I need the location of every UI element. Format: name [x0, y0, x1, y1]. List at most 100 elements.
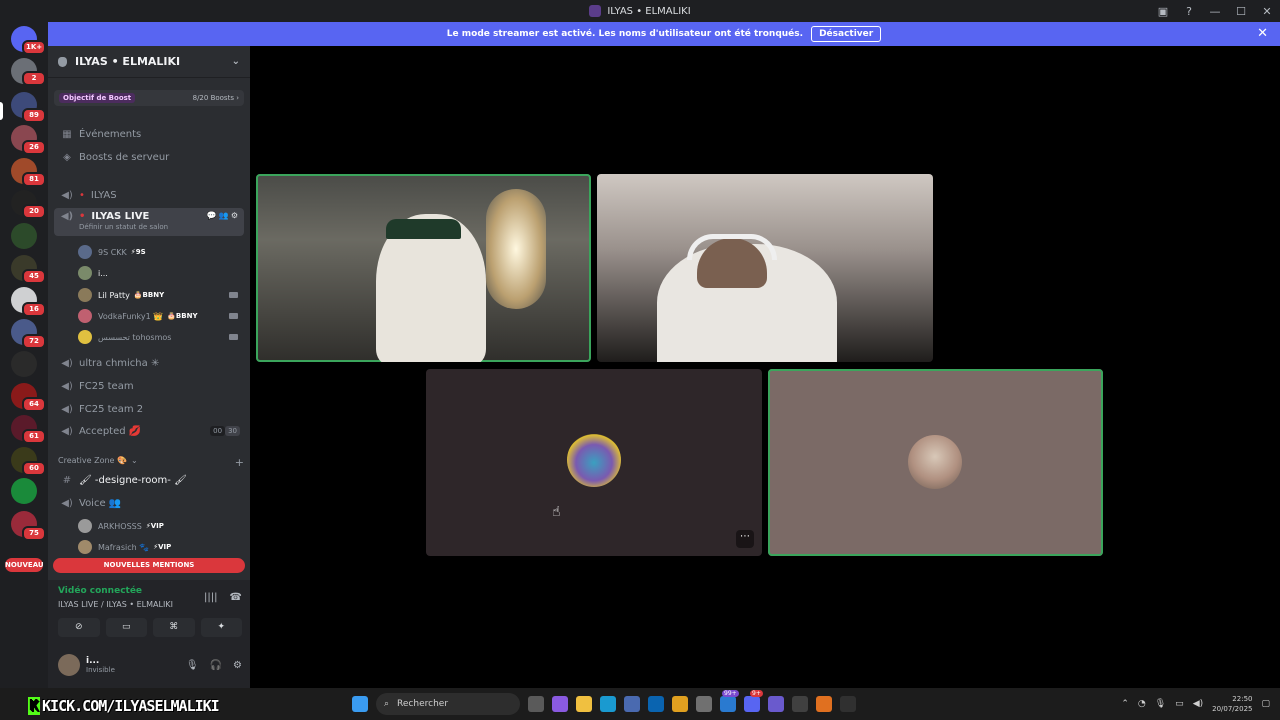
microphone-icon[interactable]: 🎙	[1155, 699, 1166, 709]
video-tile[interactable]	[256, 174, 591, 362]
guild-header[interactable]: ILYAS • ELMALIKI ⌄	[48, 46, 250, 78]
voice-connection-panel: Vidéo connectée ILYAS LIVE / ILYAS • ELM…	[48, 580, 250, 688]
channel-label: FC25 team 2	[79, 403, 144, 415]
channel-label: 🖌 -designe-room- 🖌	[79, 474, 187, 486]
minimize-button[interactable]: —	[1202, 0, 1228, 22]
close-window-button[interactable]: ✕	[1254, 0, 1280, 22]
shield-icon	[58, 56, 67, 67]
text-channel-designe-room[interactable]: # 🖌 -designe-room- 🖌	[54, 470, 244, 490]
server-icon[interactable]	[11, 478, 37, 504]
camera-toggle-button[interactable]: ⊘	[58, 618, 100, 637]
maximize-button[interactable]: ☐	[1228, 0, 1254, 22]
voice-user-name: 9S CKK	[98, 247, 127, 257]
voice-channel-ilyas[interactable]: ◀) • ILYAS	[54, 185, 244, 205]
add-channel-icon[interactable]: +	[235, 456, 244, 469]
gear-icon[interactable]: ⚙	[233, 660, 242, 671]
copilot-icon[interactable]	[552, 696, 568, 712]
file-explorer-icon[interactable]	[576, 696, 592, 712]
close-banner-icon[interactable]: ✕	[1257, 26, 1268, 41]
obs-icon[interactable]	[792, 696, 808, 712]
video-tile[interactable]	[597, 174, 933, 362]
outlook-icon[interactable]	[648, 696, 664, 712]
chevron-up-icon[interactable]: ⌃	[1121, 699, 1129, 709]
user-area[interactable]: i... Invisible 🎙 🎧 ⚙	[58, 650, 242, 680]
live-icon: •	[79, 211, 86, 222]
video-tile[interactable]: ⋯	[426, 369, 762, 556]
voice-user-tag: ⚡9S	[130, 248, 146, 256]
speaker-icon: ◀)	[60, 211, 74, 222]
video-tile[interactable]	[768, 369, 1103, 556]
photos-icon[interactable]	[696, 696, 712, 712]
channel-actions[interactable]: 💬👥⚙	[207, 211, 240, 220]
app-icon[interactable]	[816, 696, 832, 712]
unread-badge: 64	[22, 397, 46, 412]
avatar	[78, 519, 92, 533]
disconnect-icon[interactable]: ☎	[230, 592, 242, 603]
teams-icon[interactable]: 99+	[720, 690, 739, 712]
category-creative-zone[interactable]: Creative Zone 🎨 ⌄ +	[58, 456, 244, 469]
voice-channel-ultra[interactable]: ◀) ultra chmicha ✳	[54, 353, 244, 373]
voice-user[interactable]: Lil Patty 🎂BBNY	[78, 285, 244, 305]
chrome-icon[interactable]	[672, 696, 688, 712]
channel-status[interactable]: Définir un statut de salon	[79, 223, 168, 231]
channel-label: Voice 👥	[79, 497, 122, 509]
inbox-icon[interactable]: ▣	[1150, 0, 1176, 22]
discord-icon[interactable]: 9+	[744, 690, 763, 712]
voice-user[interactable]: ARKHOSSS ⚡VIP	[78, 516, 244, 536]
game-icon[interactable]	[768, 696, 784, 712]
server-icon[interactable]	[11, 223, 37, 249]
video-stage	[250, 46, 1280, 688]
voice-status[interactable]: Vidéo connectée	[58, 586, 142, 596]
voice-user[interactable]: i...	[78, 263, 244, 283]
voice-channel-fc25[interactable]: ◀) FC25 team	[54, 376, 244, 396]
wifi-icon[interactable]: ◔	[1138, 699, 1146, 709]
voice-user[interactable]: VodkaFunky1 👑 🎂BBNY	[78, 306, 244, 326]
voice-channel-name[interactable]: ILYAS LIVE / ILYAS • ELMALIKI	[58, 600, 173, 609]
activities-button[interactable]: ⌘	[153, 618, 195, 637]
network-icon[interactable]: ▭	[1175, 699, 1184, 709]
window-title: ILYAS • ELMALIKI	[607, 5, 691, 17]
camera-icon	[229, 313, 238, 319]
avatar	[567, 433, 621, 487]
clock[interactable]: 22:50 20/07/2025	[1212, 694, 1252, 714]
server-icon[interactable]	[11, 351, 37, 377]
new-unreads-pill[interactable]: NOUVEAU	[5, 558, 44, 572]
app-icon[interactable]	[840, 696, 856, 712]
volume-icon[interactable]: ◀)	[1193, 699, 1203, 709]
more-options-icon[interactable]: ⋯	[736, 530, 754, 548]
speaker-icon: ◀)	[61, 189, 73, 201]
task-view-icon[interactable]	[528, 696, 544, 712]
voice-user[interactable]: Mafrasich 🐾 ⚡VIP	[78, 537, 244, 557]
edge-icon[interactable]	[600, 696, 616, 712]
voice-channel-fc25-2[interactable]: ◀) FC25 team 2	[54, 399, 244, 419]
unread-badge: 89	[22, 108, 46, 123]
soundboard-button[interactable]: ✦	[200, 618, 242, 637]
headphones-icon[interactable]: 🎧	[210, 660, 222, 671]
server-icon	[589, 5, 602, 17]
selected-server-pill	[0, 102, 3, 120]
taskbar-search[interactable]: ⌕ Rechercher	[376, 693, 520, 715]
voice-channel-ilyas-live[interactable]: ◀) • ILYAS LIVE 💬👥⚙ Définir un statut de…	[54, 208, 244, 236]
voice-user-tag: ⚡VIP	[153, 543, 172, 551]
clock-date: 20/07/2025	[1212, 705, 1253, 713]
help-icon[interactable]: ?	[1176, 0, 1202, 22]
notifications-icon[interactable]: ▢	[1261, 699, 1270, 709]
voice-user-tag: 🎂BBNY	[133, 291, 165, 299]
avatar	[78, 540, 92, 554]
voice-channel-voice[interactable]: ◀) Voice 👥	[54, 493, 244, 513]
new-mentions-bar[interactable]: NOUVELLES MENTIONS	[53, 558, 245, 573]
voice-user[interactable]: 9S CKK ⚡9S	[78, 242, 244, 262]
server-boosts-item[interactable]: ◈ Boosts de serveur	[54, 147, 244, 167]
disable-streamer-button[interactable]: Désactiver	[811, 26, 882, 42]
voice-channel-accepted[interactable]: ◀) Accepted 💋 00 30	[54, 421, 244, 441]
screen-share-button[interactable]: ▭	[105, 618, 147, 637]
boost-goal[interactable]: Objectif de Boost 8/20 Boosts ›	[54, 90, 244, 106]
microphone-icon[interactable]: 🎙	[186, 660, 199, 671]
store-icon[interactable]	[624, 696, 640, 712]
window-titlebar: ILYAS • ELMALIKI ▣ ? — ☐ ✕	[0, 0, 1280, 22]
voice-user-name: Mafrasich 🐾	[98, 542, 150, 552]
noise-suppression-icon[interactable]: ||||	[204, 592, 217, 603]
events-item[interactable]: ▦ Événements	[54, 124, 244, 144]
voice-user[interactable]: تحسسس tohosmos	[78, 327, 244, 347]
windows-start-icon[interactable]	[352, 696, 368, 712]
